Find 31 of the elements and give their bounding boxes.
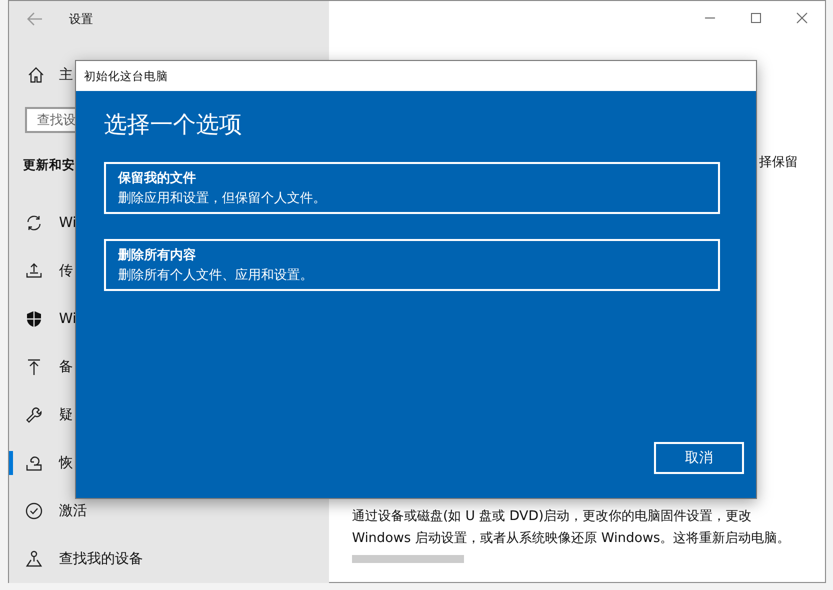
home-icon xyxy=(27,66,45,84)
check-circle-icon xyxy=(25,502,43,520)
home-link[interactable]: 主 xyxy=(59,66,73,84)
sidebar-item[interactable]: 查找我的设备 xyxy=(59,550,143,568)
cancel-button[interactable]: 取消 xyxy=(654,442,744,474)
section-heading: 更新和安 xyxy=(23,156,76,173)
person-pin-icon xyxy=(25,550,43,568)
text-fragment: 择保留 xyxy=(759,154,799,171)
description-text: 通过设备或磁盘(如 U 盘或 DVD)启动，更改你的电脑固件设置，更改 Windows 启动设置，或者从系统映像还原 Windows。这将重新启动电脑。 xyxy=(352,508,792,548)
upload-tray-icon xyxy=(25,262,43,280)
sync-icon xyxy=(25,214,43,232)
option-button[interactable]: 删除所有内容 删除所有个人文件、应用和设置。 xyxy=(104,239,720,291)
dialog-heading: 选择一个选项 xyxy=(104,111,243,140)
sidebar-item[interactable]: Wi xyxy=(59,215,76,231)
window-title: 设置 xyxy=(69,10,93,28)
sidebar-item[interactable]: 传 xyxy=(59,262,73,280)
recovery-icon xyxy=(25,454,43,472)
back-arrow-icon[interactable] xyxy=(27,12,43,26)
sidebar-item[interactable]: Wi xyxy=(59,311,76,327)
maximize-icon xyxy=(750,12,762,24)
sidebar-item[interactable]: 恢 xyxy=(59,454,73,472)
wrench-icon xyxy=(25,406,43,424)
option-button[interactable]: 保留我的文件 删除应用和设置，但保留个人文件。 xyxy=(104,162,720,214)
partial-button[interactable] xyxy=(352,555,464,563)
sidebar-item[interactable]: 疑 xyxy=(59,406,73,424)
dialog-title: 初始化这台电脑 xyxy=(76,61,756,91)
close-icon xyxy=(796,12,808,24)
sidebar-item[interactable]: 激活 xyxy=(59,502,87,520)
shield-icon xyxy=(25,310,43,328)
sidebar-item[interactable]: 备 xyxy=(59,358,73,376)
up-arrow-icon xyxy=(25,358,43,376)
